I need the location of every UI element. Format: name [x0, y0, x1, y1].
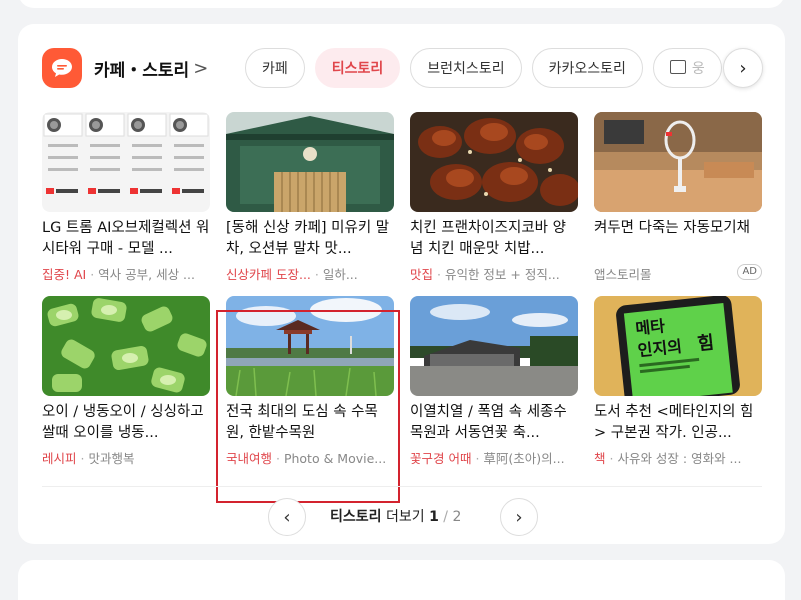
book-cover-line3: 힘	[696, 332, 715, 355]
pagination-more: 더보기	[385, 509, 425, 525]
chevron-right-icon: ›	[515, 506, 523, 528]
chip-tv-label: 웅	[691, 61, 705, 77]
chips-next-button[interactable]: ›	[723, 48, 763, 88]
story-source: 유익한 정보 + 정직...	[444, 267, 560, 282]
next-page-button[interactable]: ›	[500, 498, 538, 536]
chip-tistory[interactable]: 티스토리	[314, 48, 401, 88]
story-meta: 맛집 · 유익한 정보 + 정직...	[410, 267, 560, 282]
pagination-label: 티스토리	[330, 509, 382, 525]
story-meta: 꽃구경 어때 · 草阿(초아)의...	[410, 451, 565, 466]
book-cover-line1: 메타	[635, 316, 667, 338]
divider	[42, 486, 762, 487]
story-title[interactable]: 이열치열 / 폭염 속 세종수목원과 서동연꽃 축...	[410, 402, 578, 444]
story-source: 草阿(초아)의...	[483, 451, 565, 466]
pagination-slash: /	[443, 509, 448, 525]
chip-brunch-story[interactable]: 브런치스토리	[410, 48, 522, 88]
story-thumbnail	[410, 296, 578, 396]
pagination-total: 2	[452, 509, 462, 525]
cafe-story-panel: 카페・스토리 > 카페 티스토리 브런치스토리 카카오스토리 웅 › LG 트롬…	[18, 24, 785, 544]
story-thumbnail	[42, 112, 210, 212]
story-title[interactable]: [동해 신상 카페] 미유키 말차, 오션뷰 말차 맛...	[226, 218, 394, 260]
story-tag: 맛집	[410, 267, 434, 282]
story-card[interactable]: [동해 신상 카페] 미유키 말차, 오션뷰 말차 맛... 신상카페 도장..…	[226, 112, 394, 283]
story-card[interactable]: LG 트롬 AI오브제컬렉션 워시타워 구매 - 모델 ... 집중! AI ·…	[42, 112, 210, 283]
story-thumbnail	[42, 296, 210, 396]
story-source: 역사 공부, 세상 ...	[98, 267, 195, 282]
story-source: 일하...	[322, 267, 358, 282]
story-meta: 책 · 사유와 성장 : 영화와 ...	[594, 451, 742, 466]
story-source: 앱스토리몰	[594, 267, 652, 282]
story-source: 맛과행복	[88, 451, 135, 466]
story-tag: 꽃구경 어때	[410, 451, 472, 466]
chip-kakao-story[interactable]: 카카오스토리	[531, 48, 643, 88]
story-tag: 신상카페 도장...	[226, 267, 311, 282]
section-title-link[interactable]: 카페・스토리 >	[94, 56, 209, 81]
story-title[interactable]: LG 트롬 AI오브제컬렉션 워시타워 구매 - 모델 ...	[42, 218, 210, 260]
story-meta: 신상카페 도장... · 일하...	[226, 267, 358, 282]
chevron-right-icon: ›	[739, 57, 747, 79]
chevron-right-icon: >	[193, 57, 209, 79]
chevron-left-icon: ‹	[283, 506, 291, 528]
pagination-text: 티스토리 더보기 1 / 2	[330, 506, 461, 526]
pagination-current: 1	[429, 509, 439, 525]
story-card-ad[interactable]: 켜두면 다죽는 자동모기채 앱스토리몰 AD	[594, 112, 762, 283]
ad-badge: AD	[737, 264, 762, 280]
story-title[interactable]: 치킨 프랜차이즈지코바 양념 치킨 매운맛 치밥...	[410, 218, 578, 260]
chip-cafe[interactable]: 카페	[245, 48, 305, 88]
tv-icon	[669, 60, 686, 74]
story-thumbnail	[226, 112, 394, 212]
story-source: 사유와 성장 : 영화와 ...	[617, 451, 742, 466]
story-meta: 집중! AI · 역사 공부, 세상 ...	[42, 267, 195, 282]
story-meta: 레시피 · 맛과행복	[42, 451, 135, 466]
story-thumbnail: 메타 인지의 힘	[594, 296, 762, 396]
chip-tv[interactable]: 웅	[652, 48, 722, 88]
story-card[interactable]: 치킨 프랜차이즈지코바 양념 치킨 매운맛 치밥... 맛집 · 유익한 정보 …	[410, 112, 578, 283]
category-chips: 카페 티스토리 브런치스토리 카카오스토리 웅	[245, 48, 723, 88]
story-card[interactable]: 오이 / 냉동오이 / 싱싱하고 쌀때 오이를 냉동... 레시피 · 맛과행복	[42, 296, 210, 467]
story-thumbnail	[594, 112, 762, 212]
story-card[interactable]: 메타 인지의 힘 도서 추천 <메타인지의 힘> 구본권 작가. 인공... 책…	[594, 296, 762, 467]
story-title[interactable]: 켜두면 다죽는 자동모기채	[594, 218, 762, 260]
story-title[interactable]: 오이 / 냉동오이 / 싱싱하고 쌀때 오이를 냉동...	[42, 402, 210, 444]
previous-card	[18, 0, 785, 8]
prev-page-button[interactable]: ‹	[268, 498, 306, 536]
cafe-story-app-icon	[42, 48, 82, 88]
next-card	[18, 560, 785, 600]
section-title: 카페・스토리	[94, 60, 190, 81]
story-card[interactable]: 이열치열 / 폭염 속 세종수목원과 서동연꽃 축... 꽃구경 어때 · 草阿…	[410, 296, 578, 467]
story-title[interactable]: 도서 추천 <메타인지의 힘> 구본권 작가. 인공...	[594, 402, 762, 444]
story-thumbnail	[410, 112, 578, 212]
selected-card-highlight	[216, 310, 400, 503]
pagination: ‹ 티스토리 더보기 1 / 2 ›	[18, 498, 785, 538]
story-tag: 책	[594, 451, 606, 466]
story-tag: 레시피	[42, 451, 77, 466]
story-tag: 집중! AI	[42, 267, 87, 282]
